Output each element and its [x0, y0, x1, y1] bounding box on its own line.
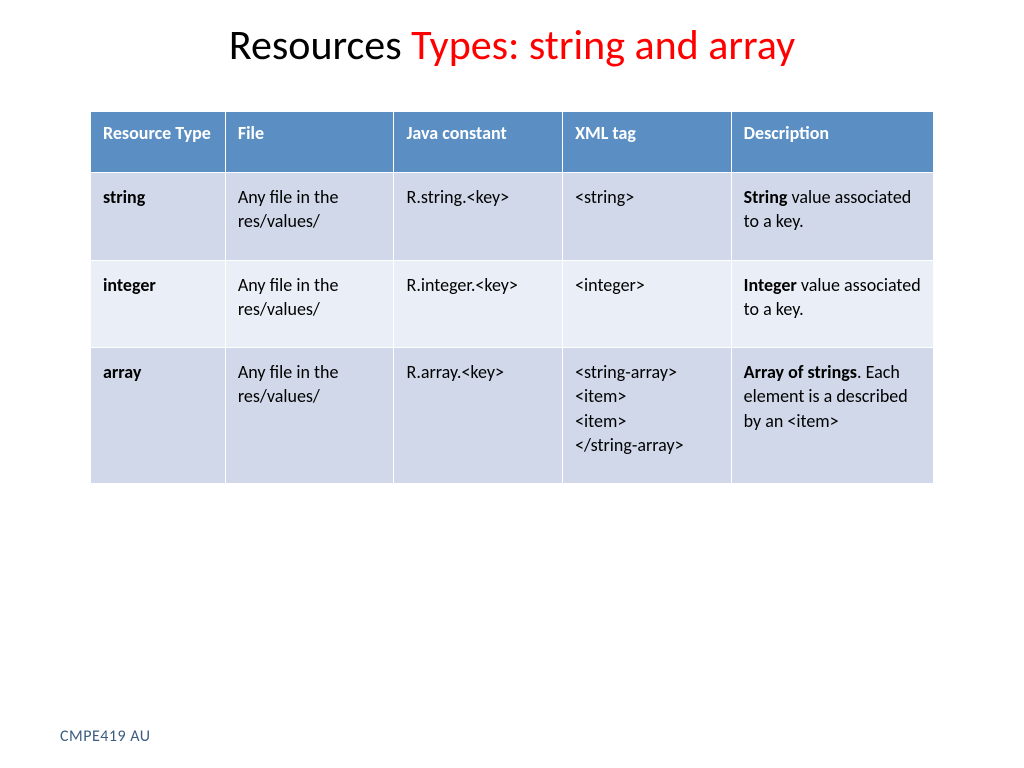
cell-constant: R.array.<key>	[394, 348, 563, 484]
cell-file: Any file in the res/values/	[225, 173, 394, 261]
footer-label: CMPE419 AU	[60, 727, 151, 746]
cell-type: array	[91, 348, 226, 484]
slide-title: Resources Types: string and array	[0, 20, 1024, 71]
th-file: File	[225, 112, 394, 173]
cell-desc: Integer value associated to a key.	[731, 260, 933, 348]
cell-constant: R.integer.<key>	[394, 260, 563, 348]
cell-xml: <integer>	[563, 260, 732, 348]
cell-type: string	[91, 173, 226, 261]
table-row: integer Any file in the res/values/ R.in…	[91, 260, 934, 348]
desc-bold: Integer	[744, 274, 797, 296]
th-description: Description	[731, 112, 933, 173]
resources-table: Resource Type File Java constant XML tag…	[90, 111, 934, 484]
cell-type: integer	[91, 260, 226, 348]
desc-bold: Array of strings	[744, 361, 857, 383]
cell-file: Any file in the res/values/	[225, 260, 394, 348]
title-red: Types: string and array	[411, 20, 795, 71]
cell-xml: <string>	[563, 173, 732, 261]
cell-constant: R.string.<key>	[394, 173, 563, 261]
th-resource-type: Resource Type	[91, 112, 226, 173]
table-row: array Any file in the res/values/ R.arra…	[91, 348, 934, 484]
cell-file: Any file in the res/values/	[225, 348, 394, 484]
th-xml-tag: XML tag	[563, 112, 732, 173]
table-row: string Any file in the res/values/ R.str…	[91, 173, 934, 261]
title-black: Resources	[229, 20, 411, 71]
th-java-constant: Java constant	[394, 112, 563, 173]
cell-desc: String value associated to a key.	[731, 173, 933, 261]
desc-bold: String	[744, 186, 788, 208]
table-header-row: Resource Type File Java constant XML tag…	[91, 112, 934, 173]
cell-desc: Array of strings. Each element is a desc…	[731, 348, 933, 484]
cell-xml: <string-array> <item> <item> </string-ar…	[563, 348, 732, 484]
